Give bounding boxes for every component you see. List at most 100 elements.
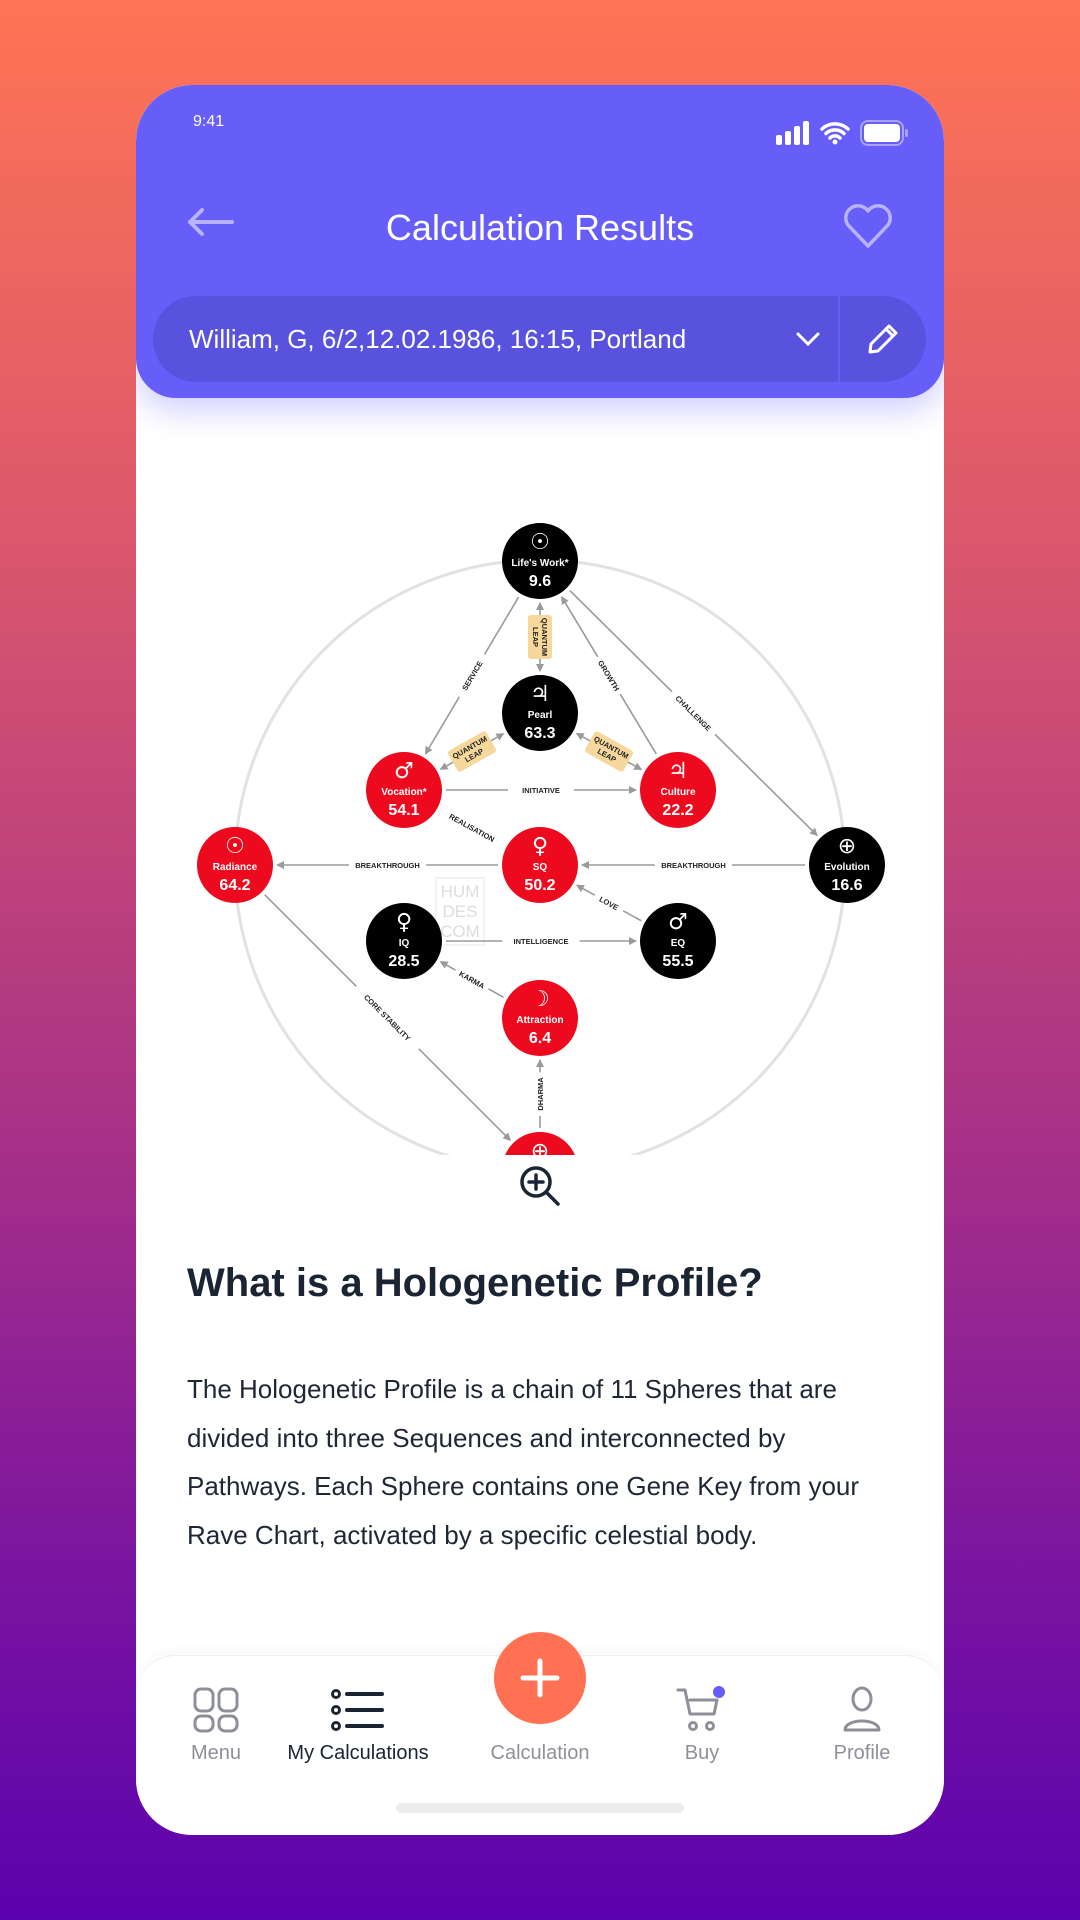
pathway-breakthrough: BREAKTHROUGH — [581, 859, 805, 871]
pathway-quantum-leap: QUANTUMLEAP — [575, 731, 643, 772]
pathway-label: BREAKTHROUGH — [355, 861, 420, 870]
edit-pencil-icon[interactable] — [867, 323, 899, 355]
pathway-quantum-leap: QUANTUMLEAP — [439, 731, 505, 772]
svg-text:DES: DES — [443, 902, 478, 921]
pathway-growth: GROWTH — [560, 596, 658, 755]
pathway-quantum-leap: QUANTUMLEAP — [528, 602, 552, 672]
sphere-label: Evolution — [824, 862, 870, 873]
status-time: 9:41 — [193, 113, 225, 130]
sphere-culture[interactable]: ♃ Culture 22.2 — [640, 752, 716, 828]
sphere-label: SQ — [533, 862, 548, 873]
planet-symbol-icon: ♀ — [532, 834, 548, 859]
user-icon — [843, 1686, 881, 1732]
nav-item-menu[interactable]: Menu — [136, 1656, 296, 1765]
pathway-service: SERVICE — [424, 596, 520, 755]
svg-text:COM: COM — [440, 922, 480, 941]
sphere-label: EQ — [671, 938, 686, 949]
planet-symbol-icon: ♂ — [668, 910, 688, 935]
battery-icon — [860, 120, 908, 146]
pathway-initiative: INITIATIVE — [446, 784, 637, 796]
planet-symbol-icon: ☉ — [225, 834, 245, 859]
sphere-value: 6.4 — [529, 1030, 551, 1047]
sphere-value: 22.2 — [662, 802, 693, 819]
calculation-selector[interactable]: William, G, 6/2,12.02.1986, 16:15, Portl… — [153, 296, 926, 382]
status-icons — [776, 120, 908, 146]
sphere-radiance[interactable]: ☉ Radiance 64.2 — [197, 827, 273, 903]
sphere-iq[interactable]: ♀ IQ 28.5 — [366, 903, 442, 979]
pathway-label: CORE STABILITY — [362, 993, 412, 1043]
zoom-in-icon[interactable] — [517, 1163, 563, 1209]
pathway-label: CHALLENGE — [673, 694, 712, 733]
sphere-label: Vocation* — [381, 787, 426, 798]
pathway-label: REALISATION — [448, 812, 496, 844]
phone-screen: 9:41 Calculation Results William, G, 6/2… — [136, 85, 944, 1835]
home-indicator — [396, 1803, 684, 1813]
planet-symbol-icon: ♂ — [394, 759, 414, 784]
sphere-label: Attraction — [516, 1015, 563, 1026]
sphere-value: 63.3 — [524, 725, 555, 742]
pathway-dharma: DHARMA — [534, 1059, 546, 1128]
nav-item-buy[interactable]: Buy — [622, 1656, 782, 1765]
planet-symbol-icon: ⊕ — [531, 1139, 549, 1155]
watermark-logo: HUMDESCOM — [435, 877, 485, 946]
sphere-value: 50.2 — [524, 877, 555, 894]
planet-symbol-icon: ☉ — [530, 530, 550, 555]
pathway-karma: KARMA — [439, 960, 504, 999]
favorite-heart-icon[interactable] — [842, 203, 894, 249]
sphere-lifes-work[interactable]: ☉ Life's Work* 9.6 — [502, 523, 578, 599]
sphere-sq[interactable]: ♀ SQ 50.2 — [502, 827, 578, 903]
page-title: Calculation Results — [385, 207, 695, 248]
pathway-breakthrough: BREAKTHROUGH — [276, 859, 498, 871]
sphere-label: Life's Work* — [511, 558, 568, 569]
sphere-purpose[interactable]: ⊕Purpose*63.2 — [502, 1132, 578, 1155]
section-heading: What is a Hologenetic Profile? — [187, 1261, 763, 1305]
planet-symbol-icon: ☽ — [530, 987, 550, 1012]
nav-label: Menu — [190, 1742, 242, 1764]
sphere-label: Culture — [661, 787, 696, 798]
sphere-value: 16.6 — [831, 877, 862, 894]
planet-symbol-icon: ♃ — [668, 759, 688, 784]
selected-calculation[interactable]: William, G, 6/2,12.02.1986, 16:15, Portl… — [153, 324, 778, 355]
pathway-label: LEAP — [531, 627, 540, 647]
nav-item-profile[interactable]: Profile — [782, 1656, 942, 1765]
sphere-value: 28.5 — [388, 953, 419, 970]
chevron-down-icon[interactable] — [796, 331, 820, 347]
add-calculation-button[interactable] — [494, 1632, 586, 1724]
wifi-icon — [820, 122, 850, 145]
nav-item-my-calculations[interactable]: My Calculations — [273, 1656, 443, 1765]
section-paragraph: The Hologenetic Profile is a chain of 11… — [187, 1374, 860, 1550]
cart-icon — [676, 1686, 725, 1731]
sphere-value: 64.2 — [219, 877, 250, 894]
plus-icon — [520, 1658, 560, 1698]
signal-icon — [776, 121, 809, 145]
pathway-label: QUANTUM — [540, 618, 549, 656]
svg-text:HUM: HUM — [441, 882, 480, 901]
sphere-evolution[interactable]: ⊕ Evolution 16.6 — [809, 827, 885, 903]
pathway-label: BREAKTHROUGH — [661, 861, 726, 870]
nav-label: Profile — [833, 1742, 891, 1764]
sphere-attraction[interactable]: ☽ Attraction 6.4 — [502, 980, 578, 1056]
list-icon — [331, 1689, 384, 1731]
pathway-label: INTELLIGENCE — [513, 937, 568, 946]
sphere-value: 55.5 — [662, 953, 693, 970]
sphere-label: Radiance — [213, 862, 258, 873]
hologenetic-profile-diagram: HUMDESCOM SERVICE GROWTH CHALLENGE QUANTUMLE… — [197, 523, 885, 1155]
pathway-label: DHARMA — [536, 1077, 545, 1111]
app-header: 9:41 Calculation Results William, G, 6/2… — [136, 85, 944, 398]
nav-label: My Calculations — [287, 1742, 429, 1764]
grid-icon — [193, 1687, 239, 1733]
pathway-love: LOVE — [575, 884, 642, 922]
sphere-eq[interactable]: ♂ EQ 55.5 — [640, 903, 716, 979]
sphere-label: IQ — [399, 938, 410, 949]
cart-badge — [713, 1686, 725, 1698]
planet-symbol-icon: ⊕ — [838, 834, 856, 859]
sphere-pearl[interactable]: ♃ Pearl 63.3 — [502, 675, 578, 751]
sphere-vocation[interactable]: ♂ Vocation* 54.1 — [366, 752, 442, 828]
planet-symbol-icon: ♀ — [396, 910, 412, 935]
planet-symbol-icon: ♃ — [530, 682, 550, 707]
pathway-label: INITIATIVE — [522, 786, 560, 795]
sphere-value: 9.6 — [529, 573, 551, 590]
nav-label: Calculation — [490, 1742, 590, 1764]
pathway-realisation: REALISATION — [437, 804, 507, 851]
sphere-value: 54.1 — [388, 802, 419, 819]
